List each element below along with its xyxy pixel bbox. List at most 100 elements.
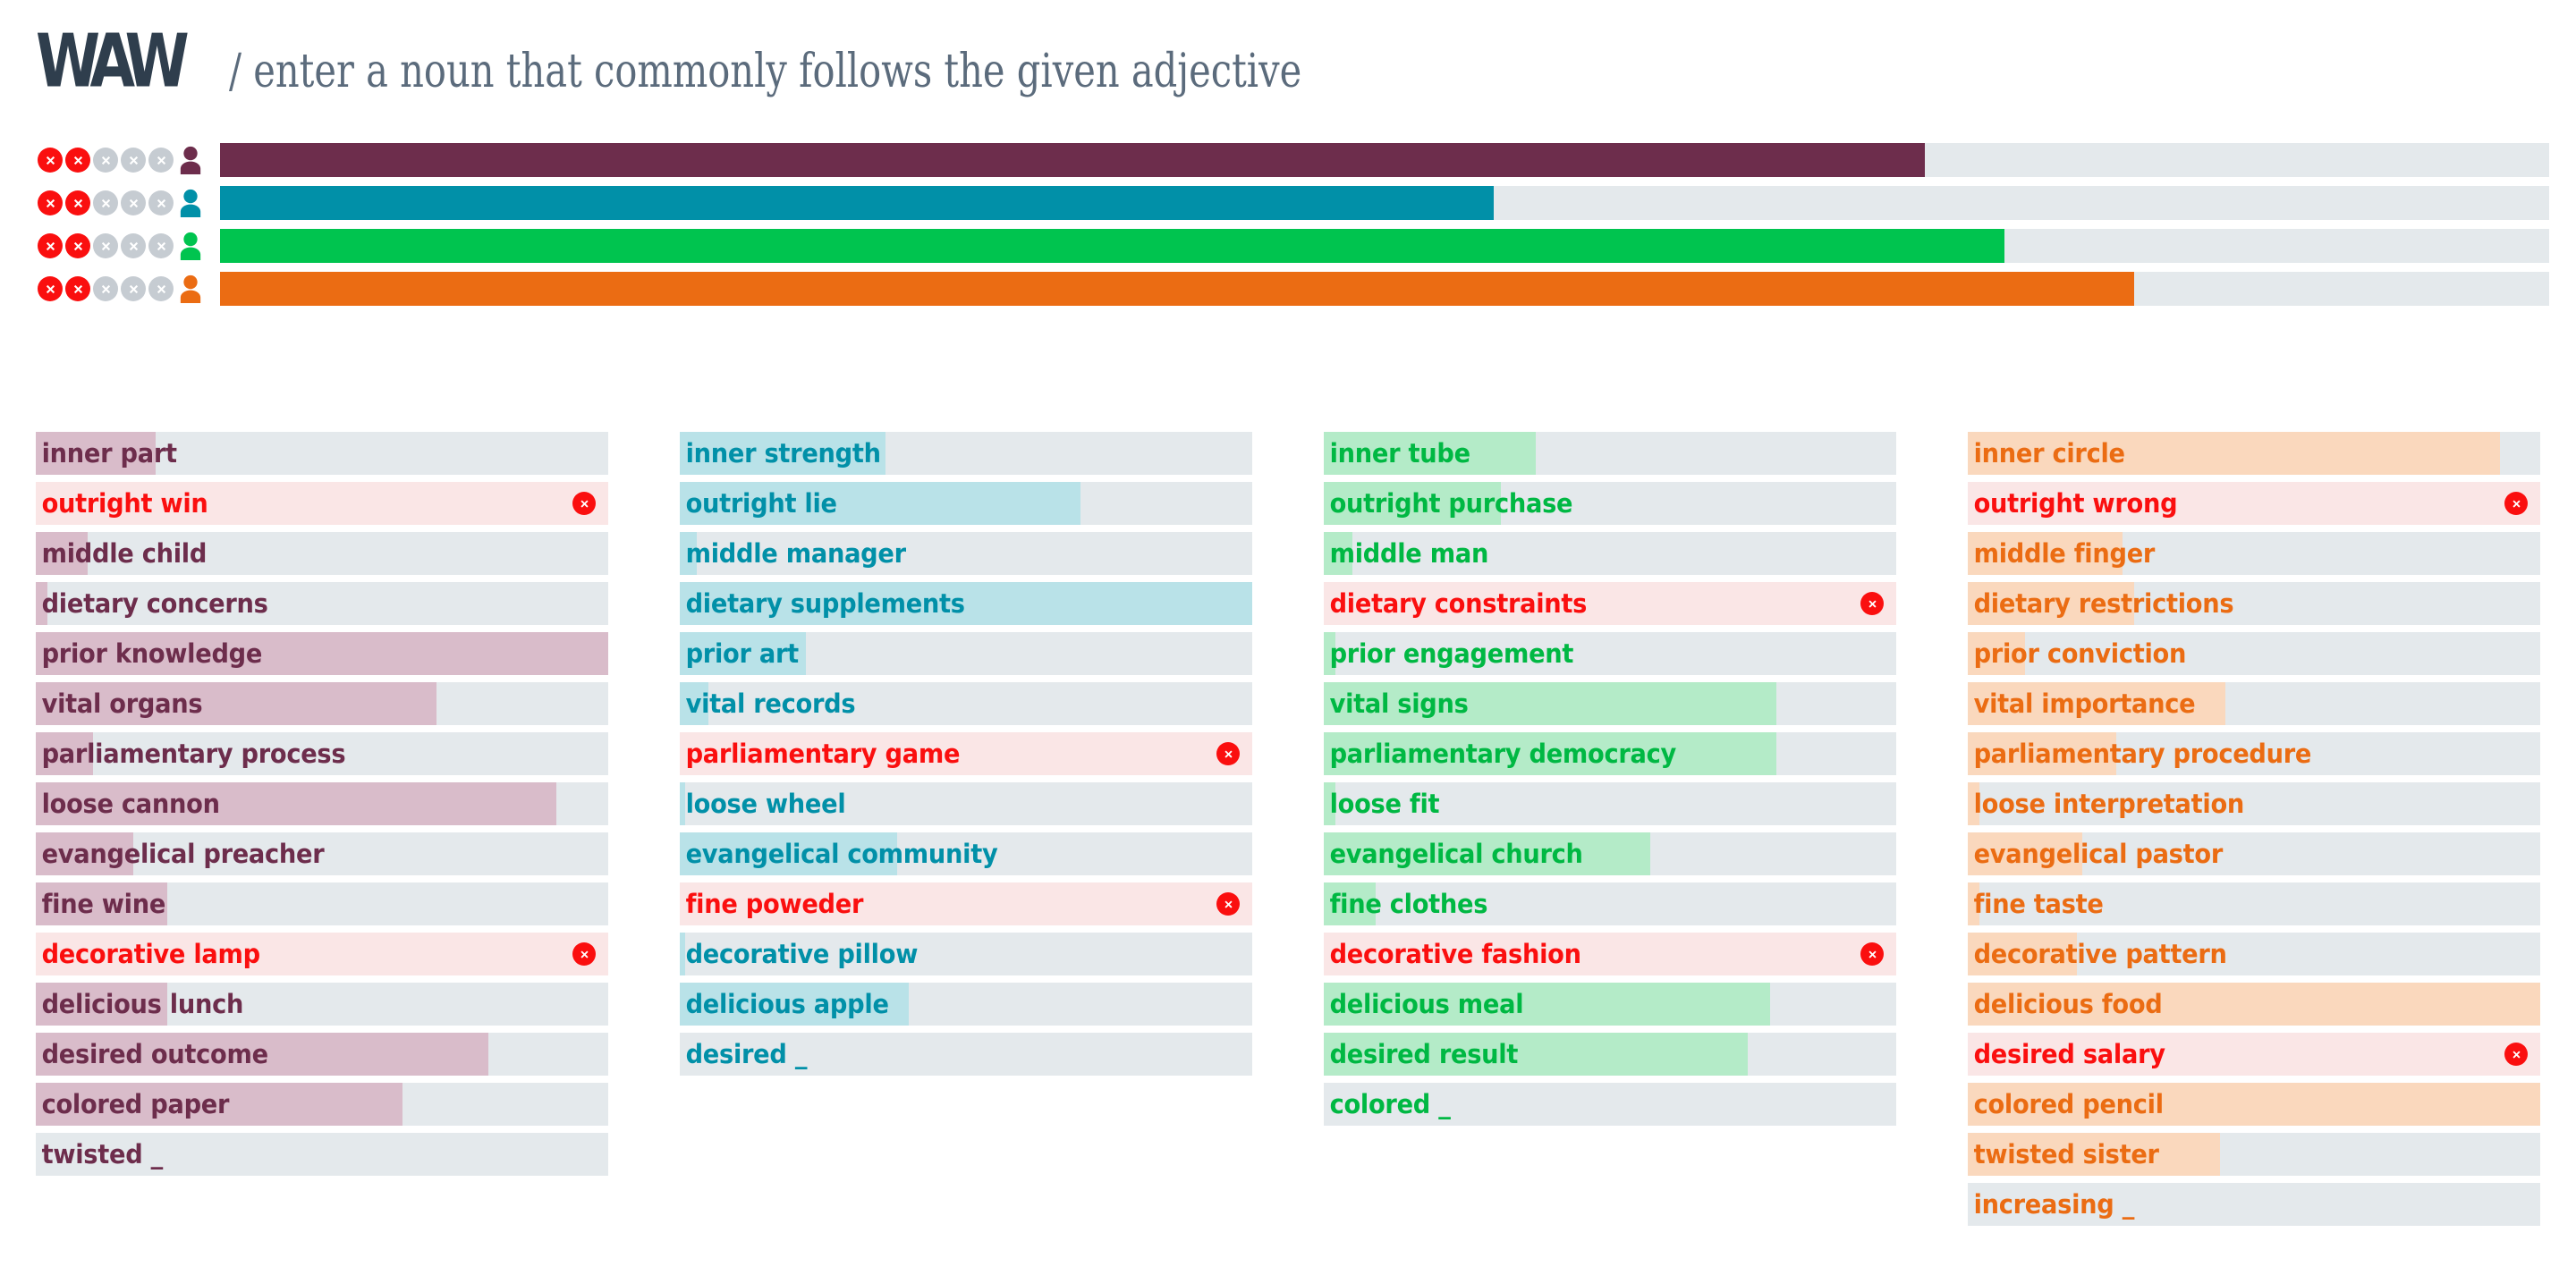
wrong-answer-x-icon xyxy=(1860,592,1884,615)
title-text: enter a noun that commonly follows the g… xyxy=(252,45,1301,98)
answer-row[interactable]: parliamentary procedure xyxy=(1968,732,2540,775)
answer-row[interactable]: delicious meal xyxy=(1324,983,1896,1026)
answer-row[interactable]: prior conviction xyxy=(1968,632,2540,675)
answer-row[interactable]: prior knowledge xyxy=(36,632,608,675)
answer-row[interactable]: desired salary xyxy=(1968,1033,2540,1076)
answer-row[interactable]: evangelical church xyxy=(1324,832,1896,875)
player-lives xyxy=(38,148,174,173)
answer-row[interactable]: loose fit xyxy=(1324,782,1896,825)
answer-row[interactable]: colored paper xyxy=(36,1083,608,1126)
answer-row[interactable]: twisted _ xyxy=(36,1133,608,1176)
answer-row[interactable]: decorative pattern xyxy=(1968,933,2540,975)
answer-row[interactable]: middle manager xyxy=(680,532,1252,575)
player-row xyxy=(0,272,2576,306)
answer-row[interactable]: vital signs xyxy=(1324,682,1896,725)
circle-x-icon xyxy=(65,233,90,258)
player-lives xyxy=(38,190,174,215)
answer-row[interactable]: decorative pillow xyxy=(680,933,1252,975)
answer-row[interactable]: dietary constraints xyxy=(1324,582,1896,625)
answer-row[interactable]: delicious lunch xyxy=(36,983,608,1026)
answer-row[interactable]: inner tube xyxy=(1324,432,1896,475)
answer-row[interactable]: parliamentary process xyxy=(36,732,608,775)
player-row xyxy=(0,186,2576,220)
answer-row[interactable]: vital organs xyxy=(36,682,608,725)
answer-label: dietary constraints xyxy=(1329,588,1588,619)
answer-row[interactable]: delicious food xyxy=(1968,983,2540,1026)
answer-label: desired result xyxy=(1329,1039,1519,1069)
answer-row[interactable]: outright wrong xyxy=(1968,482,2540,525)
answer-row[interactable]: fine wine xyxy=(36,882,608,925)
answer-row[interactable]: parliamentary democracy xyxy=(1324,732,1896,775)
answer-row[interactable]: evangelical preacher xyxy=(36,832,608,875)
answer-row[interactable]: parliamentary game xyxy=(680,732,1252,775)
answer-row[interactable]: delicious apple xyxy=(680,983,1252,1026)
circle-x-icon xyxy=(148,233,174,258)
answer-label: dietary concerns xyxy=(41,588,268,619)
game-screen: WAW / enter a noun that commonly follows… xyxy=(0,0,2576,1275)
answer-row[interactable]: twisted sister xyxy=(1968,1133,2540,1176)
answer-row[interactable]: desired _ xyxy=(680,1033,1252,1076)
answer-label: vital organs xyxy=(41,688,203,719)
answer-row[interactable]: inner strength xyxy=(680,432,1252,475)
answer-row[interactable]: vital records xyxy=(680,682,1252,725)
answer-row[interactable]: loose wheel xyxy=(680,782,1252,825)
answer-label: inner strength xyxy=(685,438,881,469)
answer-label: fine clothes xyxy=(1329,889,1488,919)
answer-row[interactable]: vital importance xyxy=(1968,682,2540,725)
answer-row[interactable]: evangelical pastor xyxy=(1968,832,2540,875)
answer-row[interactable]: prior art xyxy=(680,632,1252,675)
circle-x-icon xyxy=(38,190,63,215)
answer-row[interactable]: increasing _ xyxy=(1968,1183,2540,1226)
user-icon xyxy=(175,188,206,218)
answer-row[interactable]: fine taste xyxy=(1968,882,2540,925)
answer-label: parliamentary game xyxy=(685,739,961,769)
answer-row[interactable]: decorative fashion xyxy=(1324,933,1896,975)
answer-row[interactable]: desired outcome xyxy=(36,1033,608,1076)
answer-label: dietary supplements xyxy=(685,588,965,619)
answer-row[interactable]: desired result xyxy=(1324,1033,1896,1076)
answer-label: prior engagement xyxy=(1329,638,1574,669)
circle-x-icon xyxy=(93,233,118,258)
answer-row[interactable]: dietary concerns xyxy=(36,582,608,625)
answer-row[interactable]: inner circle xyxy=(1968,432,2540,475)
answer-row[interactable]: dietary restrictions xyxy=(1968,582,2540,625)
answer-row[interactable]: inner part xyxy=(36,432,608,475)
answer-label: evangelical preacher xyxy=(41,839,325,869)
answer-label: vital importance xyxy=(1973,688,2196,719)
answer-row[interactable]: loose cannon xyxy=(36,782,608,825)
circle-x-icon xyxy=(38,148,63,173)
answer-row[interactable]: fine poweder xyxy=(680,882,1252,925)
answer-label: evangelical church xyxy=(1329,839,1583,869)
circle-x-icon xyxy=(93,276,118,301)
circle-x-icon xyxy=(38,276,63,301)
answer-row[interactable]: dietary supplements xyxy=(680,582,1252,625)
page-header: WAW / enter a noun that commonly follows… xyxy=(36,24,1570,98)
answer-row[interactable]: fine clothes xyxy=(1324,882,1896,925)
user-icon xyxy=(175,145,206,175)
answer-label: prior art xyxy=(685,638,800,669)
answer-row[interactable]: middle man xyxy=(1324,532,1896,575)
answer-label: twisted _ xyxy=(41,1139,164,1169)
answer-row[interactable]: middle child xyxy=(36,532,608,575)
wrong-answer-x-icon xyxy=(572,942,596,966)
answer-row[interactable]: outright lie xyxy=(680,482,1252,525)
answer-row[interactable]: evangelical community xyxy=(680,832,1252,875)
circle-x-icon xyxy=(121,190,146,215)
answer-row[interactable]: outright purchase xyxy=(1324,482,1896,525)
answer-label: dietary restrictions xyxy=(1973,588,2234,619)
answer-row[interactable]: colored pencil xyxy=(1968,1083,2540,1126)
answer-label: middle finger xyxy=(1973,538,2156,569)
answer-row[interactable]: outright win xyxy=(36,482,608,525)
answer-row[interactable]: decorative lamp xyxy=(36,933,608,975)
answer-label: decorative fashion xyxy=(1329,939,1581,969)
player-score-track xyxy=(220,143,2549,177)
answer-label: fine wine xyxy=(41,889,166,919)
answer-label: outright lie xyxy=(685,488,837,519)
column-player-1: inner part outright win middle child dietar… xyxy=(0,432,644,1233)
answer-row[interactable]: middle finger xyxy=(1968,532,2540,575)
answer-row[interactable]: colored _ xyxy=(1324,1083,1896,1126)
answer-row[interactable]: prior engagement xyxy=(1324,632,1896,675)
answer-row[interactable]: loose interpretation xyxy=(1968,782,2540,825)
answer-label: colored paper xyxy=(41,1089,230,1119)
user-icon xyxy=(175,274,206,304)
